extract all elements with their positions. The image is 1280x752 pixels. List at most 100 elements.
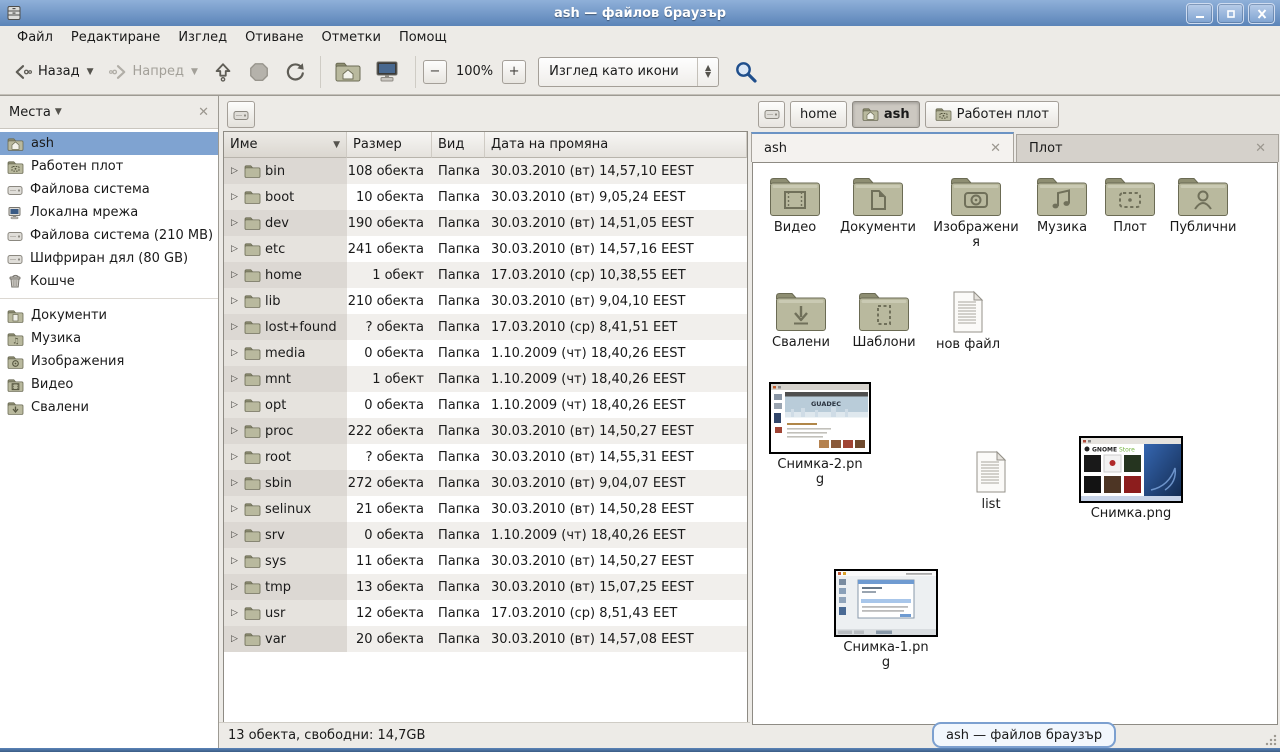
minimize-button[interactable] <box>1186 3 1213 24</box>
stop-button[interactable] <box>241 56 277 88</box>
sidebar-title[interactable]: Места <box>9 105 51 120</box>
menu-item-0[interactable]: Файл <box>8 28 62 47</box>
disclosure-triangle-icon[interactable]: ▷ <box>229 270 240 280</box>
disclosure-triangle-icon[interactable]: ▷ <box>229 504 240 514</box>
disclosure-triangle-icon[interactable]: ▷ <box>229 478 240 488</box>
column-header-2[interactable]: Вид <box>432 132 485 158</box>
forward-dropdown-caret[interactable]: ▼ <box>191 67 198 77</box>
table-row[interactable]: ▷sbin272 обектаПапка30.03.2010 (вт) 9,04… <box>224 470 747 496</box>
reload-button[interactable] <box>277 56 313 88</box>
path-button-root[interactable] <box>758 101 785 128</box>
table-row[interactable]: ▷mnt1 обектПапка1.10.2009 (чт) 18,40,26 … <box>224 366 747 392</box>
sidebar-item-Свалени[interactable]: Свалени <box>0 396 218 419</box>
column-header-0[interactable]: Име▼ <box>224 132 347 158</box>
sidebar-item-Музика[interactable]: ♫Музика <box>0 327 218 350</box>
disclosure-triangle-icon[interactable]: ▷ <box>229 296 240 306</box>
table-row[interactable]: ▷selinux21 обектаПапка30.03.2010 (вт) 14… <box>224 496 747 522</box>
disclosure-triangle-icon[interactable]: ▷ <box>229 166 240 176</box>
disclosure-triangle-icon[interactable]: ▷ <box>229 556 240 566</box>
sidebar-item-Изображения[interactable]: Изображения <box>0 350 218 373</box>
sidebar-close-icon[interactable]: ✕ <box>198 105 209 120</box>
resize-grip[interactable] <box>1265 734 1277 746</box>
sidebar-item-Кошче[interactable]: Кошче <box>0 270 218 293</box>
root-path-button[interactable] <box>227 101 255 128</box>
search-button[interactable] <box>731 57 761 87</box>
disclosure-triangle-icon[interactable]: ▷ <box>229 192 240 202</box>
table-row[interactable]: ▷etc241 обектаПапка30.03.2010 (вт) 14,57… <box>224 236 747 262</box>
disclosure-triangle-icon[interactable]: ▷ <box>229 400 240 410</box>
menu-item-5[interactable]: Помощ <box>390 28 456 47</box>
disclosure-triangle-icon[interactable]: ▷ <box>229 608 240 618</box>
table-row[interactable]: ▷lib210 обектаПапка30.03.2010 (вт) 9,04,… <box>224 288 747 314</box>
table-row[interactable]: ▷var20 обектаПапка30.03.2010 (вт) 14,57,… <box>224 626 747 652</box>
disclosure-triangle-icon[interactable]: ▷ <box>229 244 240 254</box>
zoom-out-button[interactable]: − <box>423 60 447 84</box>
view-mode-spinner[interactable]: ▲▼ <box>697 58 718 86</box>
table-row[interactable]: ▷usr12 обектаПапка17.03.2010 (ср) 8,51,4… <box>224 600 747 626</box>
maximize-button[interactable] <box>1217 3 1244 24</box>
disclosure-triangle-icon[interactable]: ▷ <box>229 348 240 358</box>
table-row[interactable]: ▷home1 обектПапка17.03.2010 (ср) 10,38,5… <box>224 262 747 288</box>
disclosure-triangle-icon[interactable]: ▷ <box>229 218 240 228</box>
icon-item-Публични[interactable]: Публични <box>1155 175 1251 235</box>
icon-item-Шаблони[interactable]: Шаблони <box>836 290 932 350</box>
up-button[interactable] <box>205 56 241 88</box>
table-row[interactable]: ▷bin108 обектаПапка30.03.2010 (вт) 14,57… <box>224 158 747 184</box>
table-row[interactable]: ▷proc222 обектаПапка30.03.2010 (вт) 14,5… <box>224 418 747 444</box>
icon-item-Видео[interactable]: Видео <box>747 175 843 235</box>
menu-item-3[interactable]: Отиване <box>236 28 312 47</box>
table-row[interactable]: ▷dev190 обектаПапка30.03.2010 (вт) 14,51… <box>224 210 747 236</box>
icon-item-нов файл[interactable]: нов файл <box>920 290 1016 352</box>
disclosure-triangle-icon[interactable]: ▷ <box>229 322 240 332</box>
table-row[interactable]: ▷root? обектаПапка30.03.2010 (вт) 14,55,… <box>224 444 747 470</box>
disclosure-triangle-icon[interactable]: ▷ <box>229 374 240 384</box>
tab-close-icon[interactable]: ✕ <box>990 141 1001 156</box>
icon-item-Свалени[interactable]: Свалени <box>753 290 849 350</box>
sidebar-item-Файлова система (210 MB)[interactable]: Файлова система (210 MB) <box>0 224 218 247</box>
sidebar-item-Видео[interactable]: Видео <box>0 373 218 396</box>
table-row[interactable]: ▷tmp13 обектаПапка30.03.2010 (вт) 15,07,… <box>224 574 747 600</box>
back-dropdown-caret[interactable]: ▼ <box>87 67 94 77</box>
path-button-home[interactable]: home <box>790 101 847 128</box>
icon-item-list[interactable]: list <box>943 450 1039 512</box>
view-mode-select[interactable]: Изглед като икони ▲▼ <box>538 57 719 87</box>
disclosure-triangle-icon[interactable]: ▷ <box>229 634 240 644</box>
table-row[interactable]: ▷sys11 обектаПапка30.03.2010 (вт) 14,50,… <box>224 548 747 574</box>
table-row[interactable]: ▷srv0 обектаПапка1.10.2009 (чт) 18,40,26… <box>224 522 747 548</box>
sidebar-item-Работен плот[interactable]: Работен плот <box>0 155 218 178</box>
icon-item-Документи[interactable]: Документи <box>830 175 926 235</box>
icon-item-Снимка-1.png[interactable]: Снимка-1.png <box>838 569 934 670</box>
disclosure-triangle-icon[interactable]: ▷ <box>229 426 240 436</box>
menu-item-4[interactable]: Отметки <box>312 28 389 47</box>
disclosure-triangle-icon[interactable]: ▷ <box>229 582 240 592</box>
computer-button[interactable] <box>368 56 408 88</box>
column-header-1[interactable]: Размер <box>347 132 432 158</box>
icon-item-Снимка-2.png[interactable]: GUADECСнимка-2.png <box>772 382 868 487</box>
sidebar-item-Шифриран дял (80 GB)[interactable]: Шифриран дял (80 GB) <box>0 247 218 270</box>
table-row[interactable]: ▷boot10 обектаПапка30.03.2010 (вт) 9,05,… <box>224 184 747 210</box>
sidebar-item-Локална мрежа[interactable]: Локална мрежа <box>0 201 218 224</box>
sidebar-item-Файлова система[interactable]: Файлова система <box>0 178 218 201</box>
disclosure-triangle-icon[interactable]: ▷ <box>229 530 240 540</box>
taskbar-window-label[interactable]: ash — файлов браузър <box>932 722 1116 748</box>
back-button[interactable]: Назад ▼ <box>6 57 101 87</box>
table-row[interactable]: ▷opt0 обектаПапка1.10.2009 (чт) 18,40,26… <box>224 392 747 418</box>
forward-button[interactable]: Напред ▼ <box>101 57 205 87</box>
disclosure-triangle-icon[interactable]: ▷ <box>229 452 240 462</box>
menu-item-1[interactable]: Редактиране <box>62 28 169 47</box>
icon-item-Изображения[interactable]: Изображения <box>928 175 1024 250</box>
close-button[interactable] <box>1248 3 1275 24</box>
home-button[interactable] <box>328 56 368 87</box>
icon-view[interactable]: ВидеоДокументиИзображенияМузикаПлотПубли… <box>752 162 1278 725</box>
menu-item-2[interactable]: Изглед <box>169 28 236 47</box>
tab-Плот[interactable]: Плот✕ <box>1016 134 1279 162</box>
tab-close-icon[interactable]: ✕ <box>1255 141 1266 156</box>
path-button-ash[interactable]: ash <box>852 101 920 128</box>
tab-ash[interactable]: ash✕ <box>751 132 1014 162</box>
table-row[interactable]: ▷media0 обектаПапка1.10.2009 (чт) 18,40,… <box>224 340 747 366</box>
icon-item-Снимка.png[interactable]: GNOMEStoreСнимка.png <box>1083 436 1179 521</box>
column-header-3[interactable]: Дата на промяна <box>485 132 747 158</box>
zoom-in-button[interactable]: + <box>502 60 526 84</box>
path-button-Работен плот[interactable]: Работен плот <box>925 101 1059 128</box>
table-row[interactable]: ▷lost+found? обектаПапка17.03.2010 (ср) … <box>224 314 747 340</box>
